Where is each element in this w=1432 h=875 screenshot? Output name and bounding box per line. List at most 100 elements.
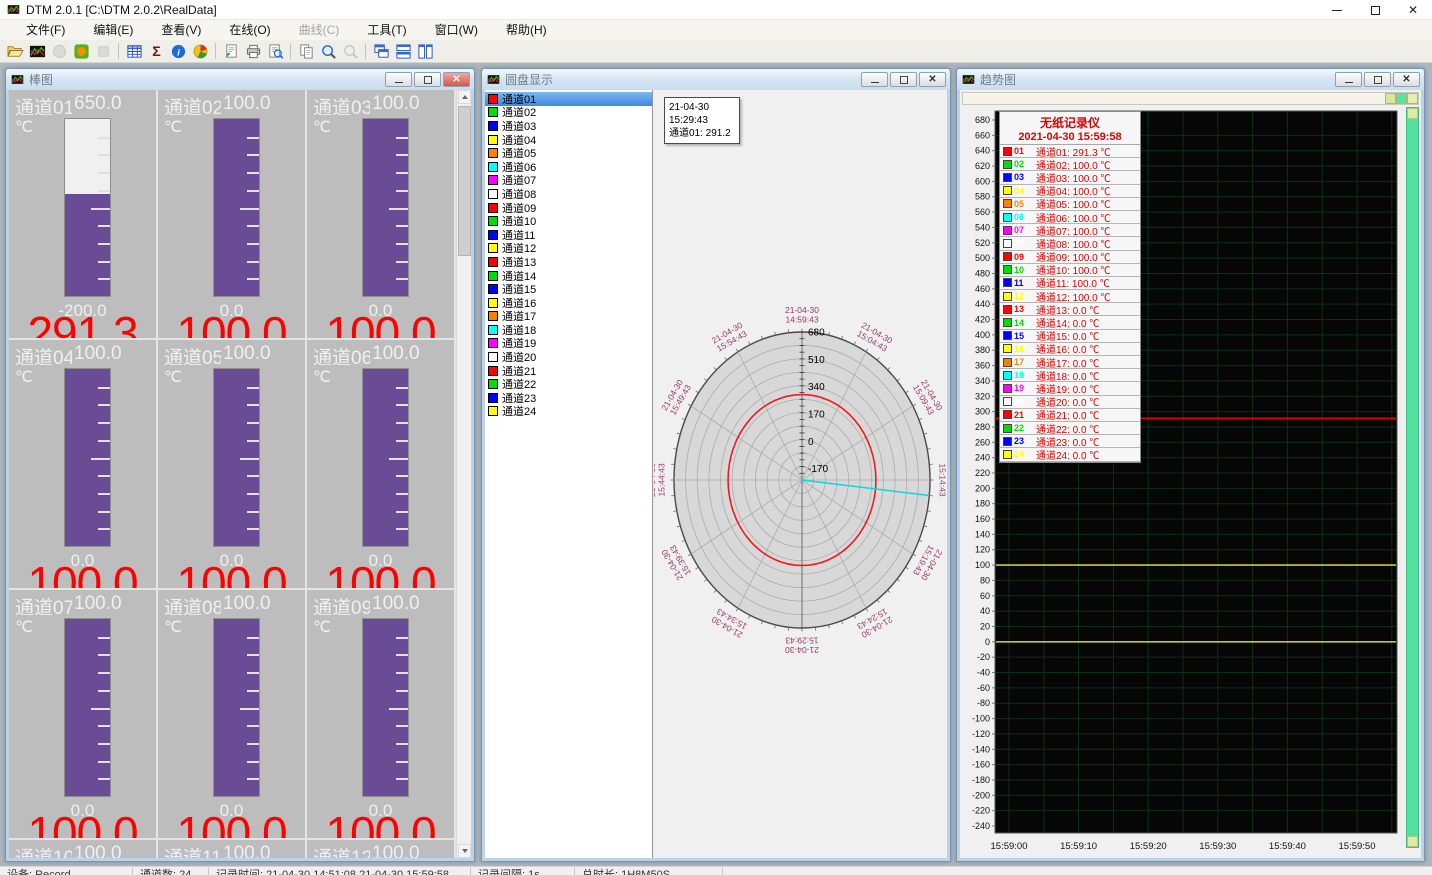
trend-window-title-bar[interactable]: 趋势图 ✕ — [957, 69, 1424, 90]
legend-channel-value: 通道23: 0.0 ℃ — [1028, 435, 1099, 448]
bar-window-minimize-button[interactable] — [385, 72, 412, 87]
scrollbar-thumb[interactable] — [458, 106, 471, 256]
gauge-tick — [247, 493, 259, 495]
legend-channel-value: 通道13: 0.0 ℃ — [1028, 303, 1099, 316]
gauge-tick — [396, 475, 408, 477]
legend-channel-number: 24 — [1014, 449, 1028, 459]
pie-chart-icon[interactable] — [189, 41, 211, 61]
legend-channel-value: 通道06: 100.0 ℃ — [1028, 211, 1110, 224]
svg-text:14:59:43: 14:59:43 — [785, 315, 818, 325]
menu-item-4[interactable]: 在线(O) — [215, 20, 284, 40]
svg-text:15:59:30: 15:59:30 — [1199, 841, 1236, 852]
hscroll-end-button[interactable] — [1385, 93, 1396, 104]
gauge-tick — [247, 422, 259, 424]
status-bar: 设备: Record通道数: 24记录时间: 21-04-30 14:51:08… — [0, 866, 1432, 875]
tooltip-date: 21-04-30 — [669, 101, 735, 114]
legend-color-swatch — [1003, 239, 1012, 248]
copy-icon[interactable] — [295, 41, 317, 61]
svg-text:-180: -180 — [972, 775, 990, 785]
legend-row: 12通道12: 100.0 ℃ — [1000, 290, 1140, 303]
sigma-icon[interactable]: Σ — [145, 41, 167, 61]
svg-text:40: 40 — [980, 606, 990, 616]
legend-channel-value: 通道18: 0.0 ℃ — [1028, 369, 1099, 382]
gauge-max-value: 100.0 — [223, 843, 271, 858]
legend-channel-number: 14 — [1014, 318, 1028, 328]
legend-color-swatch — [1003, 160, 1012, 169]
channel-list-item[interactable]: 通道24 — [485, 405, 652, 419]
legend-row: 15通道15: 0.0 ℃ — [1000, 330, 1140, 343]
tile-vertical-icon[interactable] — [414, 41, 436, 61]
print-preview-icon[interactable] — [264, 41, 286, 61]
menu-item-6[interactable]: 工具(T) — [353, 20, 420, 40]
legend-row: 09通道09: 100.0 ℃ — [1000, 251, 1140, 264]
close-button[interactable]: ✕ — [1394, 0, 1432, 20]
app-chart-icon[interactable] — [26, 41, 48, 61]
app-root: DTM 2.0.1 [C:\DTM 2.0.2\RealData] ✕ 文件(F… — [0, 0, 1432, 875]
channel-name: 通道04 — [15, 343, 72, 365]
channel-value: 291.3 — [9, 306, 156, 338]
disc-window-close-button[interactable]: ✕ — [919, 72, 946, 87]
toolbar-separator — [215, 43, 216, 59]
disc-window-restore-button[interactable] — [890, 72, 917, 87]
gauge-tick — [98, 261, 110, 263]
trend-window-minimize-button[interactable] — [1335, 72, 1362, 87]
svg-text:100: 100 — [975, 560, 990, 570]
menu-item-1[interactable]: 文件(F) — [12, 20, 79, 40]
gauge-tick — [98, 672, 110, 674]
gauge-tick — [98, 154, 110, 156]
hscroll-end-button-2[interactable] — [1407, 93, 1418, 104]
svg-text:680: 680 — [808, 328, 825, 339]
record-icon[interactable] — [48, 41, 70, 61]
record-active-icon[interactable] — [70, 41, 92, 61]
export-icon[interactable] — [220, 41, 242, 61]
menu-item-8[interactable]: 帮助(H) — [492, 20, 561, 40]
tile-horizontal-icon[interactable] — [392, 41, 414, 61]
bar-gauge — [64, 118, 111, 297]
disc-window-title-bar[interactable]: 圆盘显示 ✕ — [482, 69, 950, 90]
gauge-tick — [98, 278, 110, 280]
disc-window-minimize-button[interactable] — [861, 72, 888, 87]
cascade-windows-icon[interactable] — [370, 41, 392, 61]
open-file-icon[interactable] — [4, 41, 26, 61]
legend-color-swatch — [1003, 265, 1012, 274]
bar-gauge — [362, 618, 409, 797]
gauge-tick — [396, 422, 408, 424]
stop-icon[interactable] — [92, 41, 114, 61]
zoom-out-icon[interactable] — [339, 41, 361, 61]
svg-text:520: 520 — [975, 238, 990, 248]
minimize-button[interactable] — [1318, 0, 1356, 20]
maximize-button[interactable] — [1356, 0, 1394, 20]
gauge-tick — [247, 172, 259, 174]
bar-window-restore-button[interactable] — [414, 72, 441, 87]
vscroll-thumb[interactable] — [1407, 108, 1418, 119]
info-icon[interactable]: i — [167, 41, 189, 61]
trend-vertical-scrollbar[interactable] — [1406, 107, 1419, 848]
channel-name: 通道01 — [15, 93, 72, 115]
svg-text:0: 0 — [985, 637, 990, 647]
scroll-down-button[interactable] — [458, 844, 471, 858]
trend-horizontal-scrollbar[interactable] — [962, 92, 1419, 105]
bar-window-title-bar[interactable]: 棒图 ✕ — [6, 69, 474, 90]
trend-window-close-button[interactable]: ✕ — [1393, 72, 1420, 87]
gauge-tick — [98, 172, 110, 174]
legend-color-swatch — [1003, 410, 1012, 419]
menu-item-7[interactable]: 窗口(W) — [421, 20, 492, 40]
channel-color-swatch — [488, 325, 498, 335]
channel-list-label: 通道24 — [502, 403, 536, 419]
hscroll-thumb[interactable] — [1396, 93, 1407, 104]
data-table-icon[interactable] — [123, 41, 145, 61]
bar-window-close-button[interactable]: ✕ — [443, 72, 470, 87]
channel-color-swatch — [488, 271, 498, 281]
menu-item-2[interactable]: 编辑(E) — [79, 20, 147, 40]
trend-window-restore-button[interactable] — [1364, 72, 1391, 87]
gauge-tick — [247, 778, 259, 780]
menu-item-5[interactable]: 曲线(C) — [285, 20, 354, 40]
legend-row: 08通道08: 100.0 ℃ — [1000, 237, 1140, 250]
vscroll-end-button[interactable] — [1407, 836, 1418, 847]
bar-window-scrollbar[interactable] — [456, 90, 471, 858]
scroll-up-button[interactable] — [458, 90, 471, 104]
print-icon[interactable] — [242, 41, 264, 61]
menu-item-3[interactable]: 查看(V) — [147, 20, 215, 40]
zoom-icon[interactable] — [317, 41, 339, 61]
legend-row: 17通道17: 0.0 ℃ — [1000, 356, 1140, 369]
